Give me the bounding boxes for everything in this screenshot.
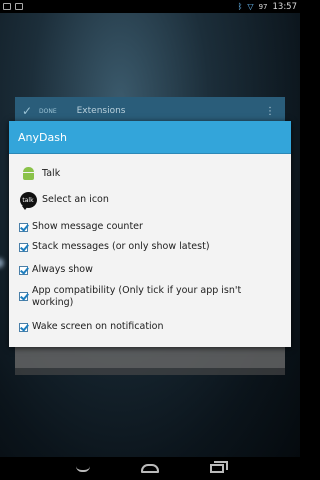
battery-level: 97 [258, 2, 268, 11]
recent-apps-button[interactable] [206, 461, 228, 475]
background-bottom-bar [15, 346, 285, 368]
navigation-bar [0, 457, 300, 480]
clock: 13:57 [272, 1, 298, 12]
select-icon-item[interactable]: talk Select an icon [9, 191, 291, 210]
recent-apps-icon [210, 461, 228, 473]
option-show-message-counter[interactable]: Show message counter [9, 221, 291, 233]
checkbox-checked-icon[interactable] [19, 222, 28, 232]
app-item-label: Talk [42, 168, 61, 179]
done-check-icon: ✓ [21, 104, 33, 118]
bluetooth-icon: ᛒ [237, 2, 243, 11]
home-icon [141, 464, 159, 473]
checkbox-checked-icon[interactable] [19, 292, 28, 301]
app-item-talk[interactable]: Talk [9, 165, 291, 183]
checkbox-checked-icon[interactable] [19, 265, 28, 275]
system-icons: ᛒ ▽ 97 13:57 [238, 2, 297, 12]
back-icon [76, 466, 90, 472]
option-always-show[interactable]: Always show [9, 264, 291, 276]
android-notification-icon [15, 3, 23, 10]
wifi-icon: ▽ [247, 2, 254, 11]
option-label: Always show [32, 264, 93, 275]
option-label: Wake screen on notification [32, 321, 164, 332]
talk-icon: talk [19, 191, 37, 210]
talk-notification-icon [3, 3, 11, 10]
checkbox-checked-icon[interactable] [19, 322, 28, 332]
option-wake-screen[interactable]: Wake screen on notification [9, 321, 291, 333]
anydash-dialog: AnyDash Talk talk Select an icon Show me… [9, 121, 291, 347]
notification-icons [3, 3, 23, 10]
option-label: App compatibility (Only tick if your app… [32, 285, 242, 308]
home-button[interactable] [139, 463, 161, 475]
done-label: DONE [39, 107, 57, 115]
extensions-title: Extensions [76, 106, 126, 116]
status-bar: ᛒ ▽ 97 13:57 [0, 0, 300, 13]
option-stack-messages[interactable]: Stack messages (or only show latest) [9, 241, 291, 253]
android-icon [19, 165, 37, 183]
checkbox-checked-icon[interactable] [19, 242, 28, 252]
back-button[interactable] [72, 463, 94, 475]
option-label: Show message counter [32, 221, 143, 232]
wallpaper-glow [0, 258, 4, 268]
select-icon-label: Select an icon [42, 194, 109, 205]
option-app-compatibility[interactable]: App compatibility (Only tick if your app… [9, 285, 291, 309]
battery-icon: 97 [259, 3, 268, 11]
overflow-menu-icon: ⋮ [265, 105, 275, 117]
option-label: Stack messages (or only show latest) [32, 241, 210, 252]
dialog-title: AnyDash [9, 121, 291, 154]
